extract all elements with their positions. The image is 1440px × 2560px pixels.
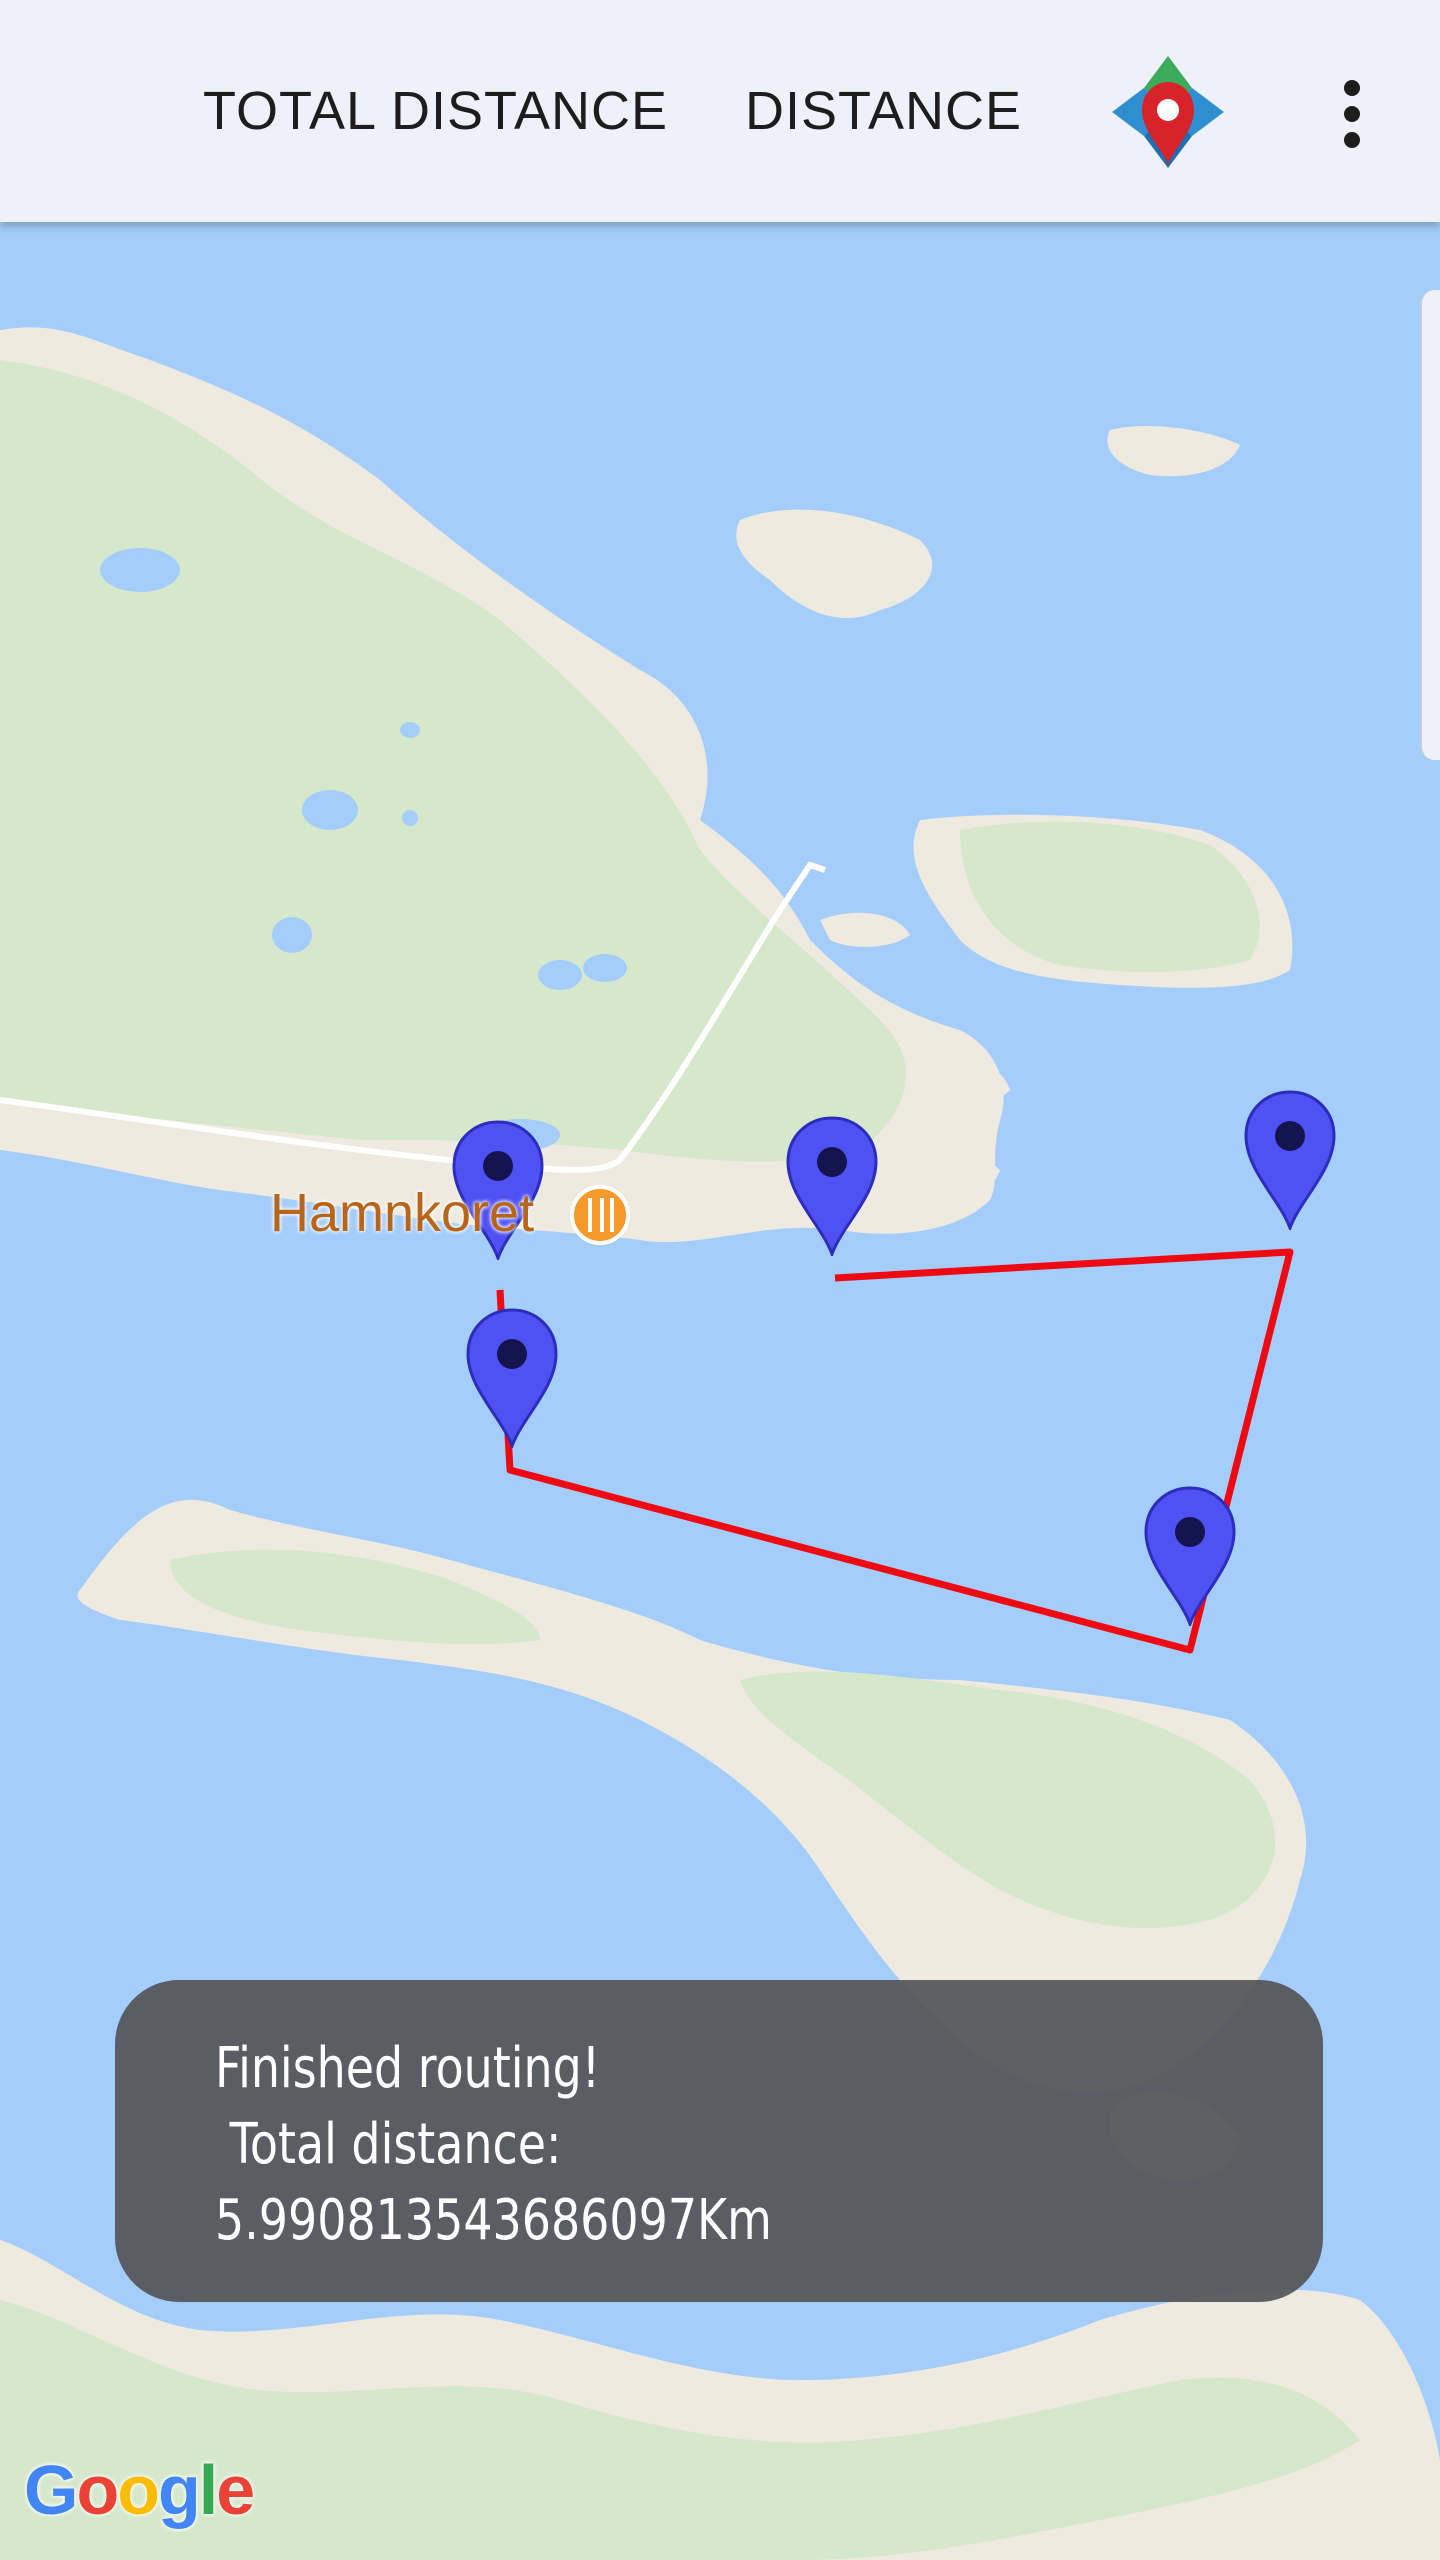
toast-line-2: Total distance: — [215, 2112, 562, 2177]
toast-line-3: 5.990813543686097Km — [215, 2188, 772, 2253]
google-logo[interactable]: Google — [24, 2450, 255, 2530]
toast-message: Finished routing! Total distance: 5.9908… — [115, 1980, 1323, 2302]
tab-distance[interactable]: DISTANCE — [745, 80, 1022, 142]
map-pin-compass-icon[interactable] — [1112, 56, 1224, 168]
more-vert-icon[interactable] — [1322, 66, 1382, 162]
side-drawer-handle[interactable] — [1420, 290, 1440, 760]
route-marker-3[interactable] — [786, 1116, 878, 1256]
restaurant-icon — [570, 1185, 630, 1245]
tab-total-distance[interactable]: TOTAL DISTANCE — [203, 80, 668, 142]
poi-label[interactable]: Hamnkoret — [270, 1182, 534, 1244]
route-marker-5[interactable] — [1144, 1486, 1236, 1626]
route-marker-4[interactable] — [1244, 1090, 1336, 1230]
toast-line-1: Finished routing! — [215, 2036, 601, 2101]
app-bar: TOTAL DISTANCE DISTANCE — [0, 0, 1440, 222]
route-marker-2[interactable] — [466, 1308, 558, 1448]
